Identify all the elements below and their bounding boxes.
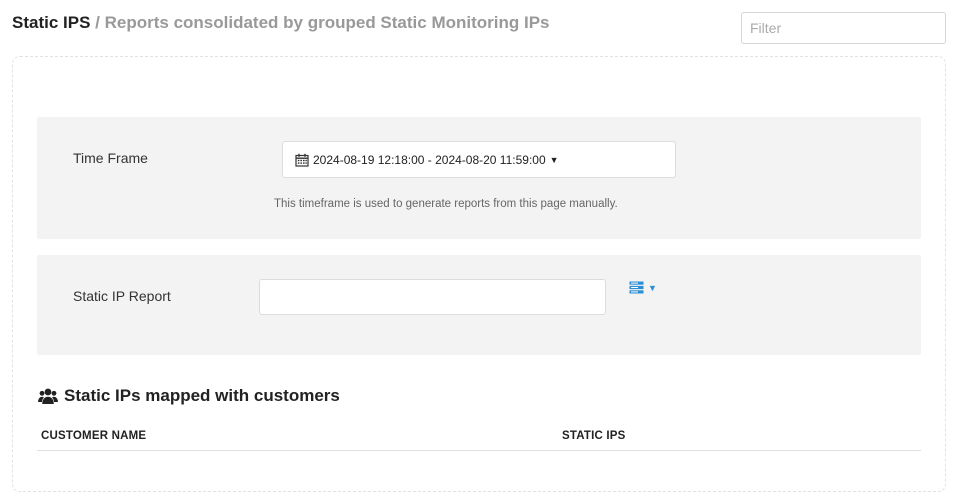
customers-section-title: Static IPs mapped with customers (38, 386, 340, 406)
title-separator: / (95, 13, 100, 32)
server-stack-icon (629, 281, 644, 294)
page-subtitle: Reports consolidated by grouped Static M… (104, 13, 550, 32)
timeframe-hint: This timeframe is used to generate repor… (274, 198, 618, 210)
calendar-icon (295, 153, 309, 167)
filter-input[interactable] (741, 12, 946, 44)
timeframe-picker[interactable]: 2024-08-19 12:18:00 - 2024-08-20 11:59:0… (282, 141, 676, 178)
column-header-static-ips[interactable]: STATIC IPS (562, 430, 626, 442)
customers-section-label: Static IPs mapped with customers (64, 386, 340, 405)
caret-down-icon: ▼ (648, 282, 657, 293)
timeframe-label: Time Frame (73, 150, 148, 166)
users-icon (38, 388, 58, 404)
caret-down-icon: ▼ (549, 154, 559, 165)
static-ip-report-label: Static IP Report (73, 288, 171, 304)
table-header-divider (37, 450, 921, 451)
static-ip-report-input[interactable] (259, 279, 606, 315)
column-header-customer-name[interactable]: CUSTOMER NAME (41, 430, 146, 442)
report-menu-button[interactable]: ▼ (629, 281, 657, 294)
page-title: Static IPS (12, 13, 91, 32)
timeframe-panel (37, 117, 921, 239)
page-header: Static IPS / Reports consolidated by gro… (12, 13, 550, 33)
timeframe-range: 2024-08-19 12:18:00 - 2024-08-20 11:59:0… (313, 152, 546, 167)
